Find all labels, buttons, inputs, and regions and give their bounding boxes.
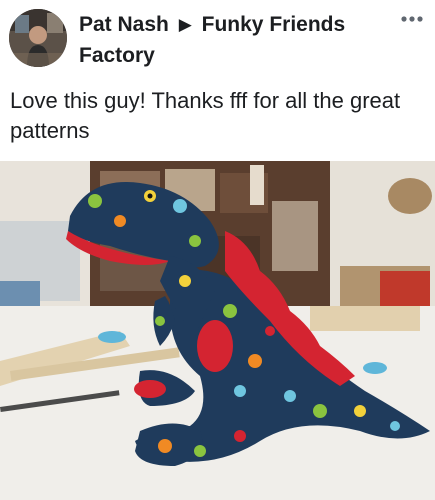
more-options-button[interactable]	[397, 6, 427, 32]
post-card: Pat Nash ▶ Funky Friends Factory Love th…	[0, 0, 435, 500]
post-header-title: Pat Nash ▶ Funky Friends Factory	[79, 10, 379, 71]
triangle-right-icon: ▶	[178, 15, 192, 34]
post-photo[interactable]	[0, 161, 435, 500]
author-name-link[interactable]: Pat Nash	[79, 13, 169, 36]
author-avatar[interactable]	[9, 9, 67, 67]
post-message: Love this guy! Thanks fff for all the gr…	[10, 88, 401, 143]
avatar-photo-icon	[9, 9, 67, 67]
plush-dinosaur-photo	[0, 161, 435, 500]
more-options-icon	[401, 16, 423, 22]
